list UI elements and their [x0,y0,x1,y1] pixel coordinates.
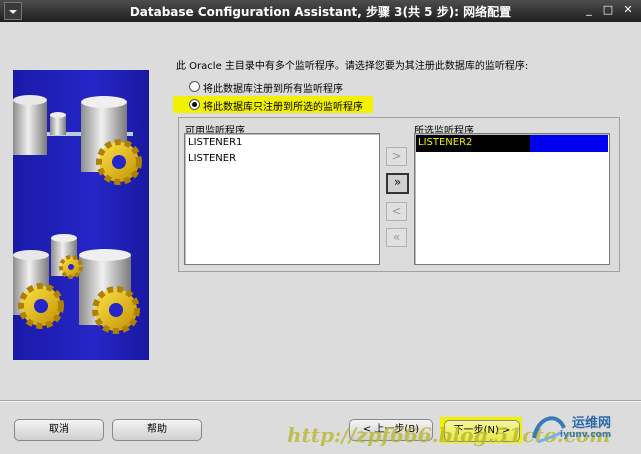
database-gear-icon [13,95,142,334]
available-listeners-list[interactable]: LISTENER1 LISTENER [184,133,380,265]
close-button[interactable]: ✕ [621,3,635,17]
separator [0,401,641,402]
remove-button[interactable]: < [386,202,407,221]
prompt-text: 此 Oracle 主目录中有多个监听程序。请选择您要为其注册此数据库的监听程序: [176,61,529,72]
cancel-button[interactable]: 取消 [14,419,104,441]
title-bar: Database Configuration Assistant, 步骤 3(共… [0,0,641,22]
maximize-button[interactable]: □ [601,3,615,17]
add-button[interactable]: > [386,147,407,166]
list-item[interactable]: LISTENER2 [418,136,472,150]
help-button[interactable]: 帮助 [112,419,202,441]
list-item[interactable]: LISTENER [188,152,236,166]
database-illustration [13,70,149,360]
remove-all-button[interactable]: « [386,228,407,247]
logo-text: 运维网 [572,416,612,431]
list-item[interactable]: LISTENER1 [188,136,242,150]
radio-register-selected[interactable] [189,99,200,110]
window-title: Database Configuration Assistant, 步骤 3(共… [129,5,512,19]
logo-swirl-icon [528,408,568,448]
radio-register-selected-label: 将此数据库只注册到所选的监听程序 [203,102,363,113]
radio-register-all[interactable] [189,81,200,92]
minimize-button[interactable]: _ [582,3,596,17]
add-all-button[interactable]: » [386,173,409,194]
selected-listeners-list[interactable]: LISTENER2 [414,133,610,265]
logo-subtext: iyunv.com [560,430,612,440]
radio-register-all-label: 将此数据库注册到所有监听程序 [203,84,343,95]
